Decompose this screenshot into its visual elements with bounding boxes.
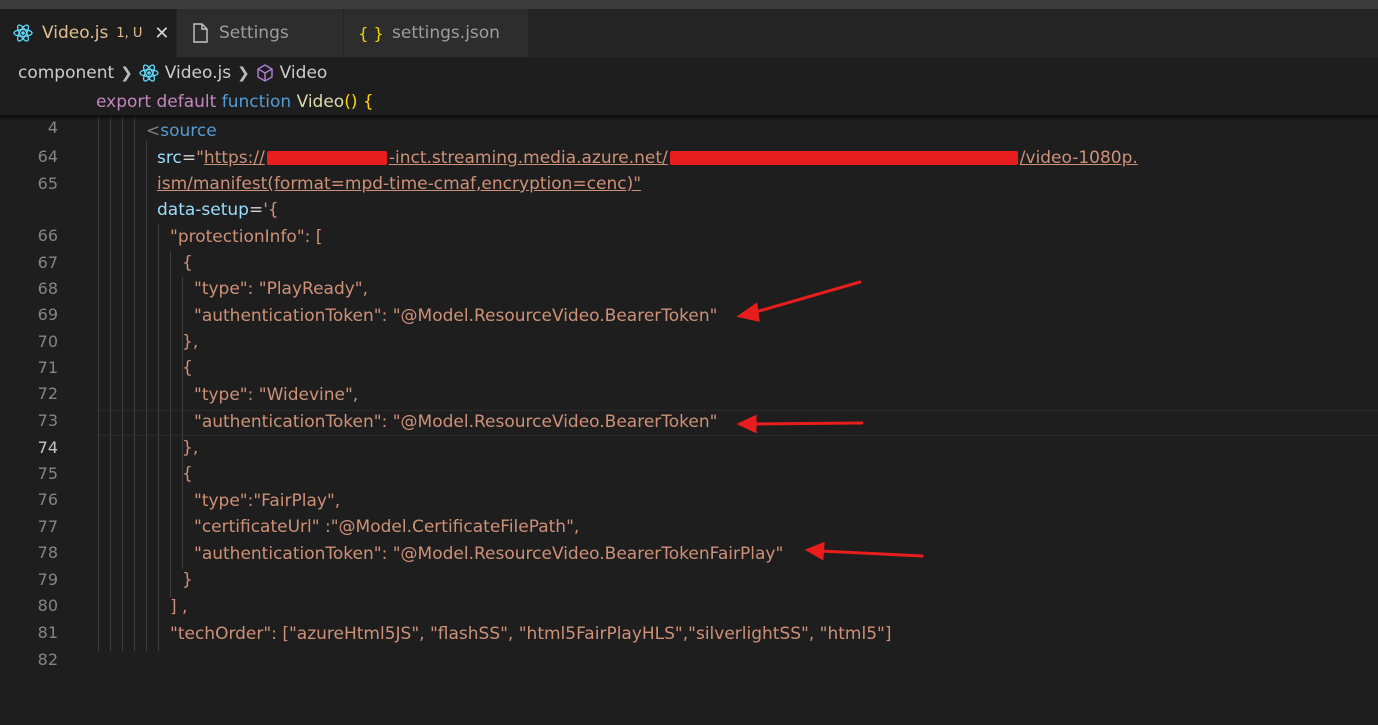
annotation-arrow (818, 549, 924, 558)
annotation-arrow-head (736, 414, 757, 434)
annotation-arrow (750, 280, 862, 315)
annotation-arrow-head (736, 302, 760, 322)
annotation-arrow (750, 421, 864, 426)
annotation-arrow-head (804, 541, 825, 561)
annotation-arrows (736, 280, 924, 561)
